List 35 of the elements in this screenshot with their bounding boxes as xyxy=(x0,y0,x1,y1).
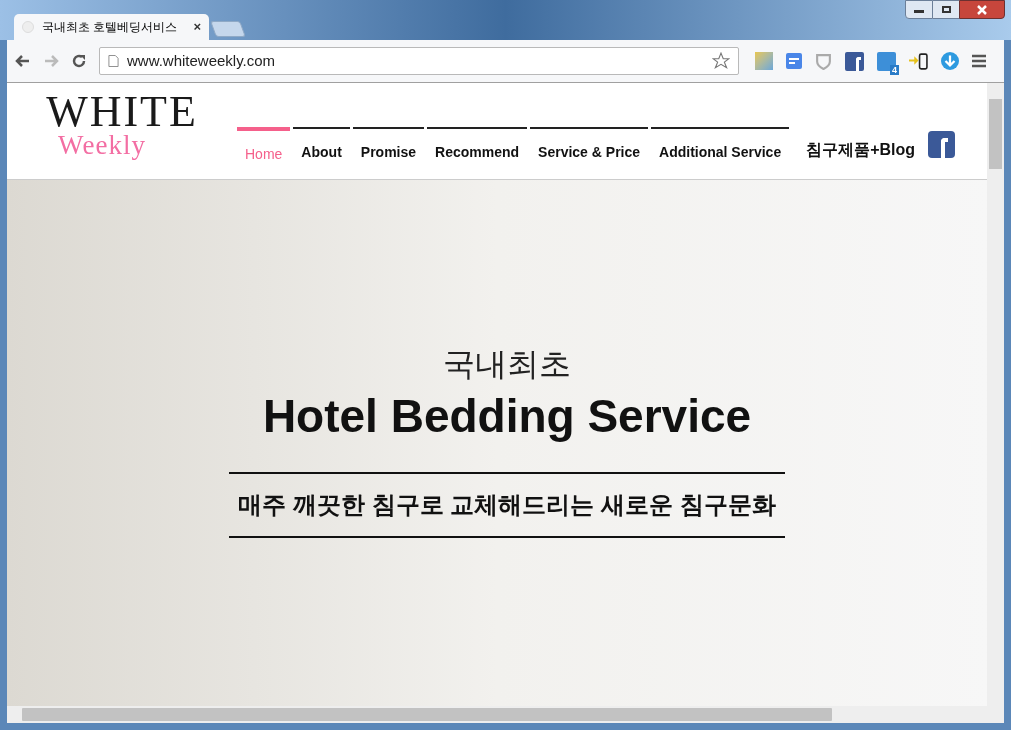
minimize-button[interactable] xyxy=(905,0,933,19)
nav-link[interactable]: Promise xyxy=(352,127,425,163)
document-extension-icon[interactable] xyxy=(786,53,802,69)
close-icon xyxy=(977,4,987,15)
hero-tagline: 매주 깨끗한 침구로 교체해드리는 새로운 침구문화 xyxy=(229,472,785,538)
horizontal-scrollbar[interactable] xyxy=(7,706,987,723)
tab-close-button[interactable]: × xyxy=(193,17,201,37)
address-bar[interactable]: www.whiteweekly.com xyxy=(99,47,739,75)
logo-title: WHITE xyxy=(46,93,198,131)
nav-link[interactable]: Additional Service xyxy=(651,127,790,163)
blog-link[interactable]: 침구제품+Blog xyxy=(806,127,916,162)
hero-eyebrow: 국내최초 xyxy=(443,345,571,384)
back-icon[interactable] xyxy=(15,53,31,69)
logo-subtitle: Weekly xyxy=(58,131,146,159)
vertical-scrollbar[interactable] xyxy=(987,83,1004,723)
nav-link[interactable]: Recommend xyxy=(427,127,528,163)
maximize-button[interactable] xyxy=(933,0,959,19)
star-icon[interactable] xyxy=(712,52,730,70)
nav-link[interactable]: About xyxy=(293,127,350,163)
page-icon xyxy=(108,54,119,68)
url-text: www.whiteweekly.com xyxy=(127,50,277,71)
facebook-icon[interactable] xyxy=(928,131,956,158)
tab-title: 국내최초 호텔베딩서비스 xyxy=(42,19,179,36)
reload-icon[interactable] xyxy=(71,53,87,69)
nav-link[interactable]: Service & Price xyxy=(530,127,649,163)
menu-icon[interactable] xyxy=(972,54,986,68)
notification-badge: 4 xyxy=(890,64,899,75)
hero-title: Hotel Bedding Service xyxy=(262,389,752,444)
browser-tab[interactable]: 국내최초 호텔베딩서비스 × xyxy=(14,14,209,40)
close-window-button[interactable] xyxy=(959,0,1005,19)
facebook-extension-icon[interactable] xyxy=(845,51,864,71)
phone-arrow-icon[interactable] xyxy=(909,52,928,70)
favicon-icon xyxy=(22,21,34,33)
logo[interactable]: WHITE Weekly xyxy=(7,83,237,159)
download-icon[interactable] xyxy=(941,52,959,70)
